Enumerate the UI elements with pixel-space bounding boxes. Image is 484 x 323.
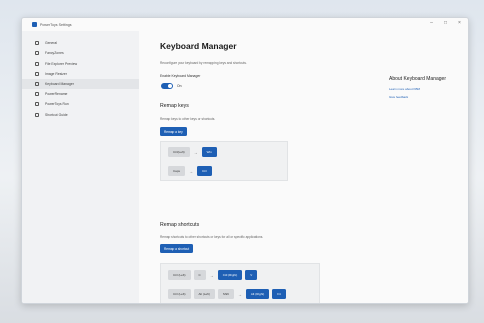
sidebar-item-file-explorer-preview[interactable]: File Explorer Preview xyxy=(22,59,139,69)
keyboard-icon xyxy=(35,81,39,86)
sidebar-item-powertoys-run[interactable]: PowerToys Run xyxy=(22,99,139,109)
sidebar-item-fancyzones[interactable]: FancyZones xyxy=(22,48,139,58)
folder-icon xyxy=(35,61,39,66)
settings-icon xyxy=(35,41,39,46)
maximize-button[interactable]: □ xyxy=(443,21,448,26)
arrow-right-icon: → xyxy=(209,272,214,278)
list-item: Caps → Ctrl xyxy=(168,166,212,176)
sidebar: General FancyZones File Explorer Preview… xyxy=(22,31,139,303)
rename-icon xyxy=(35,92,39,97)
title-bar: PowerToys Settings – □ × xyxy=(22,18,468,31)
key-chip: Ctrl(Left) xyxy=(168,147,190,157)
key-chip: Ctrl (Right) xyxy=(217,270,243,280)
remap-keys-list: Ctrl(Left) → Win Caps → Ctrl xyxy=(160,141,288,181)
key-chip: Shift xyxy=(217,289,234,299)
arrow-right-icon: → xyxy=(189,168,194,174)
sidebar-item-image-resizer[interactable]: Image Resizer xyxy=(22,69,139,79)
sidebar-item-shortcut-guide[interactable]: Shortcut Guide xyxy=(22,110,139,120)
key-chip: F4 xyxy=(272,289,286,299)
minimize-button[interactable]: – xyxy=(429,21,434,26)
remap-shortcuts-heading: Remap shortcuts xyxy=(160,222,200,228)
remap-keys-description: Remap keys to other keys or shortcuts. xyxy=(160,117,216,121)
grid-icon xyxy=(35,51,39,56)
list-item: Ctrl (Left) Alt (Left) Shift → Alt (Righ… xyxy=(168,289,286,299)
page-description: Reconfigure your keyboard by remapping k… xyxy=(160,61,247,65)
image-icon xyxy=(35,71,39,76)
key-chip: Alt (Right) xyxy=(245,289,270,299)
sidebar-item-label: Image Resizer xyxy=(45,71,67,76)
arrow-right-icon: → xyxy=(237,291,242,297)
about-panel: About Keyboard Manager Learn more about … xyxy=(389,76,459,99)
shortcut-icon xyxy=(35,112,39,117)
key-chip: Win xyxy=(201,147,217,157)
app-window: PowerToys Settings – □ × General FancyZo… xyxy=(21,17,469,304)
sidebar-item-label: File Explorer Preview xyxy=(45,61,78,66)
key-chip: Ctrl (Left) xyxy=(168,270,191,280)
enable-toggle[interactable] xyxy=(161,83,173,89)
list-item: Ctrl (Left) C → Ctrl (Right) V xyxy=(168,270,258,280)
main-content: Keyboard Manager Reconfigure your keyboa… xyxy=(139,31,468,303)
enable-label: Enable Keyboard Manager xyxy=(160,74,201,78)
sidebar-item-keyboard-manager[interactable]: Keyboard Manager xyxy=(22,78,139,89)
sidebar-item-label: General xyxy=(45,41,58,46)
close-button[interactable]: × xyxy=(457,21,462,26)
key-chip: Ctrl (Left) xyxy=(168,289,191,299)
key-chip: C xyxy=(193,270,206,280)
remap-shortcuts-description: Remap shortcuts to other shortcuts or ke… xyxy=(160,235,264,239)
key-chip: Ctrl xyxy=(197,166,212,176)
powertoys-icon xyxy=(32,22,37,27)
toggle-state-text: On xyxy=(177,84,182,88)
sidebar-item-label: FancyZones xyxy=(45,51,64,56)
remap-keys-heading: Remap keys xyxy=(160,103,189,109)
remap-shortcut-button[interactable]: Remap a shortcut xyxy=(160,244,194,253)
run-icon xyxy=(35,102,39,107)
key-chip: V xyxy=(245,270,258,280)
sidebar-item-label: PowerRename xyxy=(45,92,68,97)
learn-more-link[interactable]: Learn more about KBM xyxy=(389,87,459,91)
key-chip: Caps xyxy=(168,166,186,176)
arrow-right-icon: → xyxy=(193,149,198,155)
about-title: About Keyboard Manager xyxy=(389,76,446,82)
sidebar-item-powerrename[interactable]: PowerRename xyxy=(22,89,139,99)
list-item: Ctrl(Left) → Win xyxy=(168,147,217,157)
feedback-link[interactable]: Give feedback xyxy=(389,95,459,99)
key-chip: Alt (Left) xyxy=(193,289,215,299)
sidebar-item-general[interactable]: General xyxy=(22,38,139,48)
sidebar-item-label: PowerToys Run xyxy=(45,102,69,107)
window-title: PowerToys Settings xyxy=(40,22,72,27)
remap-shortcuts-list: Ctrl (Left) C → Ctrl (Right) V Ctrl (Lef… xyxy=(160,263,320,303)
sidebar-item-label: Shortcut Guide xyxy=(45,112,68,117)
sidebar-item-label: Keyboard Manager xyxy=(45,81,74,86)
page-title: Keyboard Manager xyxy=(160,41,237,51)
remap-key-button[interactable]: Remap a key xyxy=(160,127,187,136)
